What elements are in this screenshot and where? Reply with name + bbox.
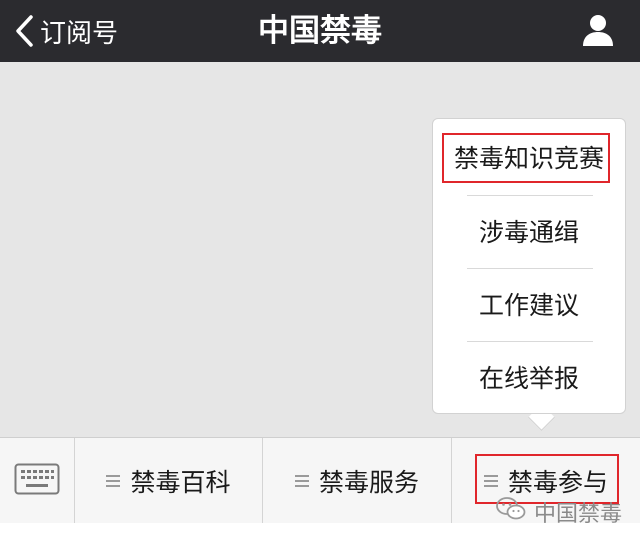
navbar: 订阅号 中国禁毒 [0, 0, 640, 62]
person-icon [580, 15, 616, 52]
submenu-item-label: 涉毒通缉 [478, 218, 579, 247]
menu-item-encyclopedia[interactable]: 禁毒百科 [75, 438, 263, 523]
submenu-item-label: 工作建议 [478, 291, 579, 320]
menu-item-label: 禁毒服务 [318, 467, 419, 497]
submenu-item-report[interactable]: 在线举报 [433, 342, 625, 415]
wechat-icon [496, 496, 534, 528]
menu-item-services[interactable]: 禁毒服务 [263, 438, 452, 523]
submenu-item-label: 在线举报 [478, 364, 579, 393]
profile-button[interactable] [580, 12, 616, 48]
keyboard-toggle-button[interactable] [0, 438, 75, 523]
submenu-item-wanted[interactable]: 涉毒通缉 [433, 196, 625, 269]
watermark: 中国禁毒 [496, 496, 622, 528]
menu-item-label: 禁毒百科 [130, 467, 231, 497]
submenu-item-suggestion[interactable]: 工作建议 [433, 269, 625, 342]
menu-lines-icon [294, 472, 309, 490]
menu-lines-icon [106, 472, 121, 490]
page-title: 中国禁毒 [258, 13, 382, 49]
highlight-box-quiz [442, 133, 610, 183]
watermark-text: 中国禁毒 [533, 502, 622, 527]
keyboard-icon [14, 463, 60, 499]
wechat-official-account-screen: 订阅号 中国禁毒 禁毒知识竞赛 涉毒通缉 工作建议 在线举报 禁毒百科 禁毒服务… [0, 0, 640, 546]
